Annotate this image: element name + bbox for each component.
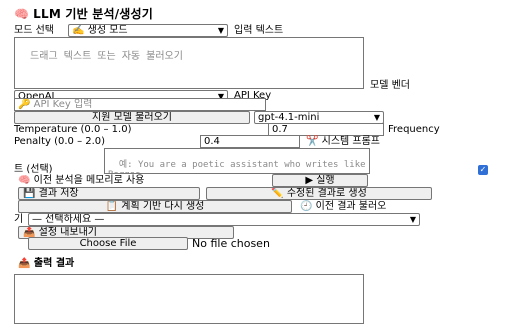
load-previous-selected: — 선택하세요 — [32, 214, 105, 225]
memory-label: 🧠 이전 분석을 메모리로 사용 [18, 175, 145, 186]
chevron-down-icon: ▼ [373, 113, 380, 122]
input-textarea[interactable]: 드래그 텍스트 또는 자동 불러오기 [14, 37, 364, 89]
load-previous-select[interactable]: — 선택하세요 — ▼ [28, 213, 420, 226]
mode-select[interactable]: ✍️ 생성 모드 ▼ [68, 24, 228, 37]
save-result-button[interactable]: 💾 결과 저장 [18, 187, 200, 200]
output-label: 📤 출력 결과 [18, 258, 75, 269]
mode-selected-value: ✍️ 생성 모드 [72, 25, 128, 36]
app-title-text: LLM 기반 분석/생성기 [33, 7, 154, 21]
chevron-down-icon: ▼ [217, 26, 224, 35]
output-textarea[interactable] [14, 274, 364, 324]
temperature-label: Temperature (0.0 – 1.0) [14, 124, 132, 135]
system-prompt-placeholder: 예: You are a poetic assistant who writes… [108, 160, 366, 173]
input-placeholder: 드래그 텍스트 또는 자동 불러오기 [30, 51, 183, 62]
model-vendor-label: 모델 벤더 [370, 80, 410, 91]
mode-label: 모드 선택 [14, 25, 54, 36]
frequency-label: Frequency [388, 124, 440, 135]
regenerate-button[interactable]: 📋 계획 기반 다시 생성 [18, 200, 292, 213]
run-button[interactable]: ▶ 실행 [272, 174, 368, 187]
model-selected-value: gpt-4.1-mini [258, 112, 320, 123]
app-title: 🧠 LLM 기반 분석/생성기 [14, 5, 153, 22]
api-key-placeholder: 🔑 API Key 입력 [18, 99, 93, 110]
api-key-input[interactable]: 🔑 API Key 입력 [14, 98, 266, 111]
file-status: No file chosen [192, 237, 270, 250]
load-previous-label: 🕘 이전 결과 불러오 [300, 201, 387, 212]
save-revised-button[interactable]: ✏️ 수정된 결과로 생성 [206, 187, 432, 200]
frequency-penalty-label: Penalty (0.0 – 2.0) [14, 136, 106, 147]
input-text-label: 입력 텍스트 [234, 25, 284, 36]
chevron-down-icon: ▼ [409, 215, 416, 224]
choose-file-button[interactable]: Choose File [28, 237, 188, 250]
brain-icon: 🧠 [14, 7, 30, 21]
load-previous-label-tail: 기 [14, 214, 24, 225]
system-prompt-textarea[interactable]: 예: You are a poetic assistant who writes… [104, 148, 370, 174]
load-models-button[interactable]: 지원 모델 불러오기 [14, 111, 250, 124]
memory-checkbox[interactable]: ✓ [478, 165, 488, 175]
system-prompt-label: ✂️ 시스템 프롬프 [306, 136, 381, 147]
frequency-penalty-input[interactable]: 0.4 [200, 135, 300, 148]
